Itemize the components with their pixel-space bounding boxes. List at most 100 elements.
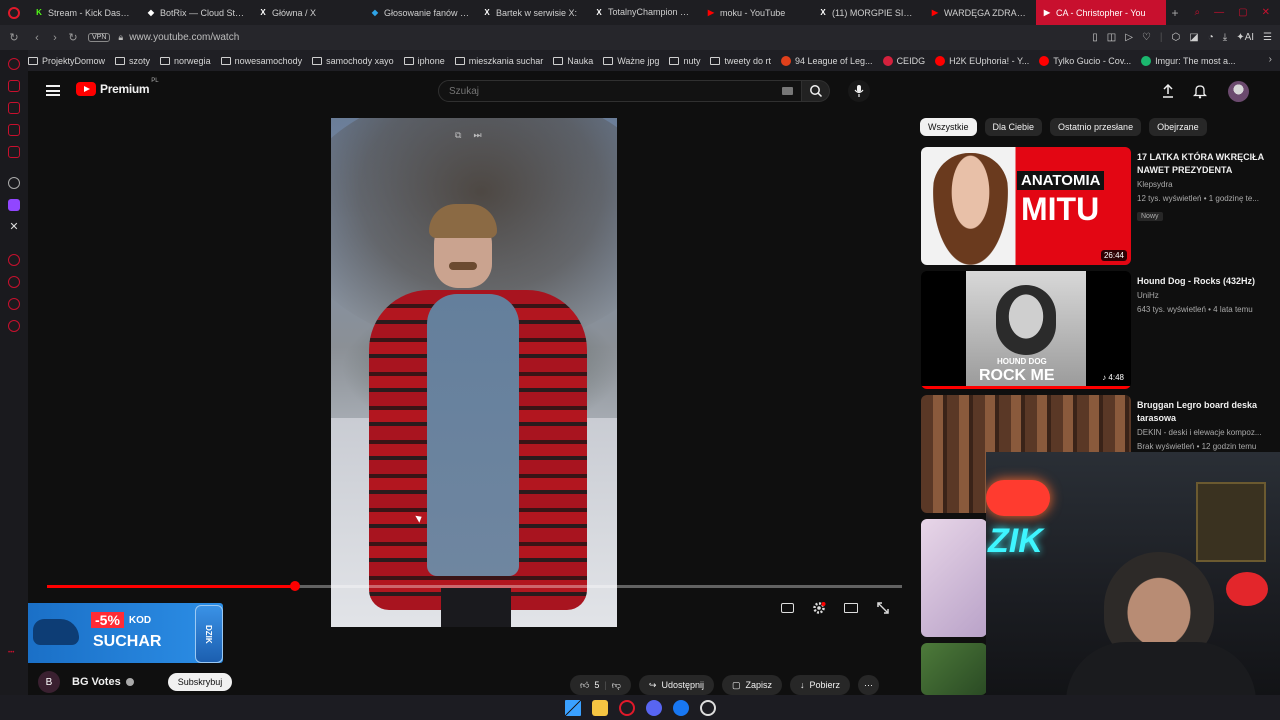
url-field[interactable]: www.youtube.com/watch — [129, 32, 239, 43]
browser-tab[interactable]: X (11) MORGPIE SIMP w — [812, 0, 924, 25]
share-button[interactable]: ↪ Udostępnij — [638, 675, 714, 695]
channel-avatar[interactable]: B — [38, 671, 60, 693]
reload-sidebar-icon[interactable]: ↻ — [0, 31, 28, 44]
bookmark-item[interactable]: nowesamochody — [220, 56, 302, 66]
menu-hamburger-icon[interactable] — [46, 85, 60, 96]
like-button[interactable]: 👍︎ 5 | 👎︎ — [570, 675, 631, 695]
sidebar-more-icon[interactable]: ••• — [8, 650, 20, 662]
sidebar-twitch-icon[interactable] — [8, 199, 20, 211]
rec-thumbnail[interactable]: ANATOMIA MITU 26:44 — [921, 147, 1131, 265]
sidebar-bag-icon[interactable] — [8, 102, 20, 114]
player-icon[interactable]: ▷ — [1125, 32, 1133, 43]
next-icon[interactable]: ⏭ — [473, 130, 481, 141]
sidebar-clock-icon[interactable] — [8, 276, 20, 288]
miniplayer-icon[interactable]: ⧉ — [455, 130, 461, 141]
search-input[interactable] — [439, 81, 739, 102]
new-tab-button[interactable]: + — [1166, 6, 1184, 20]
forward-icon[interactable]: › — [46, 32, 64, 44]
windows-start-icon[interactable] — [564, 699, 581, 716]
maximize-icon[interactable]: ▢ — [1238, 7, 1247, 18]
heart-icon[interactable]: ♡ — [1142, 32, 1151, 43]
save-button[interactable]: ▢ Zapisz — [721, 675, 783, 695]
browser-tab[interactable]: ▶ WARDĘGA ZDRADZA — [924, 0, 1036, 25]
opera-taskbar-icon[interactable] — [618, 699, 635, 716]
bookmarks-overflow-icon[interactable]: › — [1269, 54, 1272, 65]
settings-gear-icon[interactable] — [811, 601, 827, 615]
sidebar-history-icon[interactable] — [8, 80, 20, 92]
rec-title[interactable]: Bruggan Legro board deska tarasowa — [1137, 399, 1271, 425]
download-icon[interactable]: ⤓ — [1223, 32, 1227, 43]
vpn-badge[interactable]: VPN — [88, 33, 111, 42]
progress-scrubber[interactable] — [289, 581, 300, 591]
filter-chip[interactable]: Dla Ciebie — [984, 118, 1043, 136]
video-player[interactable]: ⧉ ⏭ — [331, 118, 617, 627]
wallet-icon[interactable]: ◪ — [1189, 32, 1198, 43]
rec-thumbnail[interactable] — [921, 643, 987, 695]
account-avatar[interactable] — [1228, 81, 1249, 102]
youtube-logo[interactable]: Premium PL — [76, 78, 159, 96]
upload-icon[interactable] — [1161, 83, 1175, 104]
filter-chip[interactable]: Ostatnio przesłane — [1050, 118, 1142, 136]
browser-tab[interactable]: ▶ moku - YouTube — [700, 0, 812, 25]
bookmark-item[interactable]: mieszkania suchar — [454, 56, 543, 66]
bookmark-item[interactable]: szoty — [115, 56, 150, 66]
sidebar-home-icon[interactable] — [8, 58, 20, 70]
filter-chip[interactable]: Wszystkie — [920, 118, 977, 136]
rec-channel[interactable]: Klepsydra — [1137, 179, 1271, 191]
snapshot-icon[interactable]: ◫ — [1107, 32, 1116, 43]
fullscreen-icon[interactable] — [875, 601, 891, 615]
back-icon[interactable]: ‹ — [28, 32, 46, 44]
bookmark-item[interactable]: 94 League of Leg... — [780, 55, 873, 66]
browser-tab[interactable]: X TotalnyChampion 🤩👑 — [588, 0, 700, 25]
sidebar-mail-icon[interactable] — [8, 146, 20, 158]
ai-button[interactable]: ✦AI — [1236, 32, 1254, 43]
bookmark-item[interactable]: norwegia — [160, 56, 211, 66]
opera-logo-icon[interactable] — [0, 0, 28, 25]
sidebar-messenger-icon[interactable] — [8, 124, 20, 136]
search-tabs-icon[interactable]: ⌕ — [1195, 7, 1201, 18]
obs-icon[interactable] — [699, 699, 716, 716]
bookmark-item[interactable]: ProjektyDomow — [28, 56, 105, 66]
bookmark-icon[interactable]: ▯ — [1092, 32, 1098, 43]
browser-tab[interactable]: K Stream - Kick Dashbo — [28, 0, 140, 25]
theater-mode-icon[interactable] — [843, 601, 859, 615]
bookmark-item[interactable]: H2K EUphoria! - Y... — [935, 55, 1029, 66]
voice-search-button[interactable] — [848, 80, 870, 102]
subscribe-button[interactable]: Subskrybuj — [167, 673, 233, 691]
bookmark-item[interactable]: tweety do rt — [710, 56, 771, 66]
bookmark-item[interactable]: samochody xayo — [312, 56, 394, 66]
rec-thumbnail[interactable]: HOUND DOG ROCK ME ♪ 4:48 — [921, 271, 1131, 389]
menu-icon[interactable]: ☰ — [1263, 32, 1272, 43]
bookmark-item[interactable]: Nauka — [553, 56, 593, 66]
sidebar-pin-icon[interactable] — [8, 298, 20, 310]
filter-chip[interactable]: Obejrzane — [1149, 118, 1207, 136]
reload-icon[interactable]: ↻ — [64, 31, 82, 44]
notifications-bell-icon[interactable] — [1192, 83, 1208, 104]
browser-tab[interactable]: X Bartek w serwisie X: — [476, 0, 588, 25]
rec-title[interactable]: 17 LATKA KTÓRA WKRĘCIŁA NAWET PREZYDENTA — [1137, 151, 1271, 177]
download-button[interactable]: ↓ Pobierz — [790, 675, 851, 695]
file-explorer-icon[interactable] — [591, 699, 608, 716]
lock-icon[interactable]: 🔒︎ — [118, 32, 123, 43]
discord-icon[interactable] — [645, 699, 662, 716]
bookmark-item[interactable]: Ważne jpg — [603, 56, 659, 66]
bookmark-item[interactable]: nuty — [669, 56, 700, 66]
bookmark-item[interactable]: iphone — [403, 56, 445, 66]
keyboard-icon[interactable] — [782, 87, 793, 95]
more-actions-button[interactable]: ⋯ — [858, 675, 880, 695]
channel-name[interactable]: BG Votes — [72, 676, 121, 688]
profile-icon[interactable]: ◔ — [1208, 32, 1214, 43]
browser-tab[interactable]: X Główna / X — [252, 0, 364, 25]
progress-bar[interactable] — [47, 581, 902, 591]
sidebar-music-icon[interactable] — [8, 254, 20, 266]
minimize-icon[interactable]: — — [1214, 7, 1224, 18]
browser-tab[interactable]: ◆ Głosowanie fanów na — [364, 0, 476, 25]
facebook-icon[interactable] — [672, 699, 689, 716]
browser-tab[interactable]: ◆ BotRix — Cloud Strea — [140, 0, 252, 25]
bookmark-item[interactable]: Tylko Gucio - Cov... — [1039, 55, 1131, 66]
thumbs-down-icon[interactable]: 👎︎ — [612, 680, 621, 691]
rec-channel[interactable]: UniHz — [1137, 290, 1271, 302]
bookmark-item[interactable]: Imgur: The most a... — [1141, 55, 1236, 66]
search-button[interactable] — [802, 80, 830, 102]
extensions-icon[interactable]: ⬡ — [1172, 32, 1181, 43]
